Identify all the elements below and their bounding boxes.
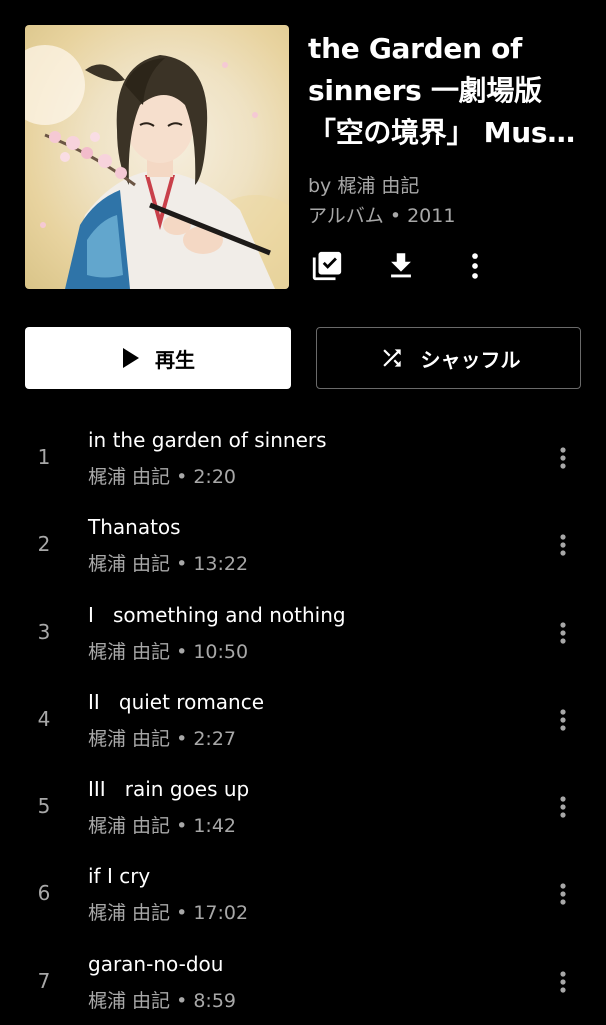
track-more-button[interactable] bbox=[548, 702, 578, 738]
shuffle-button[interactable]: シャッフル bbox=[316, 327, 581, 389]
track-more-button[interactable] bbox=[548, 615, 578, 651]
more-vert-icon bbox=[560, 534, 566, 556]
track-number: 7 bbox=[37, 968, 51, 993]
track-title: in the garden of sinners bbox=[88, 428, 327, 452]
track-row[interactable]: 4 II quiet romance 梶浦 由記 • 2:27 bbox=[0, 676, 606, 763]
track-subtitle: 梶浦 由記 • 2:27 bbox=[88, 727, 236, 750]
track-number: 5 bbox=[37, 794, 51, 819]
track-subtitle: 梶浦 由記 • 1:42 bbox=[88, 815, 236, 838]
track-subtitle: 梶浦 由記 • 2:20 bbox=[88, 466, 236, 488]
play-button-label: 再生 bbox=[155, 347, 195, 372]
track-subtitle: 梶浦 由記 • 13:22 bbox=[88, 553, 249, 576]
track-number: 1 bbox=[37, 445, 51, 469]
more-vert-icon bbox=[560, 621, 566, 644]
track-row[interactable]: 7 garan-no-dou 梶浦 由記 • 8:59 bbox=[0, 938, 606, 1025]
track-number: 3 bbox=[37, 619, 51, 644]
track-more-button[interactable] bbox=[548, 964, 578, 1000]
album-title: the Garden of sinners 一劇場版「空の境界」 Music C… bbox=[308, 32, 573, 149]
track-subtitle: 梶浦 由記 • 8:59 bbox=[88, 989, 236, 1012]
track-list: 1 in the garden of sinners 梶浦 由記 • 2:20 … bbox=[0, 414, 606, 1025]
track-more-button[interactable] bbox=[548, 789, 578, 825]
track-title: if I cry bbox=[88, 864, 151, 889]
track-number: 6 bbox=[37, 881, 51, 906]
more-vert-icon bbox=[560, 447, 566, 469]
track-title: II quiet romance bbox=[88, 689, 265, 714]
play-icon bbox=[121, 347, 141, 369]
album-meta: アルバム • 2011 bbox=[308, 205, 456, 227]
more-vert-icon bbox=[560, 709, 566, 731]
track-more-button[interactable] bbox=[548, 527, 578, 563]
track-title: Thanatos bbox=[88, 515, 181, 540]
track-title: III rain goes up bbox=[88, 777, 250, 802]
track-subtitle: 梶浦 由記 • 10:50 bbox=[88, 640, 249, 663]
more-vert-icon bbox=[560, 971, 566, 993]
track-number: 2 bbox=[37, 532, 51, 557]
track-more-button[interactable] bbox=[548, 876, 578, 912]
download-button[interactable] bbox=[381, 248, 421, 288]
more-vert-icon bbox=[560, 796, 566, 818]
shuffle-icon bbox=[377, 345, 407, 371]
download-icon bbox=[384, 249, 418, 287]
track-number: 4 bbox=[37, 706, 51, 731]
library-add-check-icon bbox=[310, 249, 344, 287]
track-row[interactable]: 3 I something and nothing 梶浦 由記 • 10:50 bbox=[0, 589, 606, 676]
play-button[interactable]: 再生 bbox=[25, 327, 291, 389]
album-more-button[interactable] bbox=[455, 248, 495, 288]
track-title: garan-no-dou bbox=[88, 951, 224, 976]
track-row[interactable]: 6 if I cry 梶浦 由記 • 17:02 bbox=[0, 850, 606, 937]
save-to-library-button[interactable] bbox=[307, 248, 347, 288]
album-art-illustration bbox=[25, 45, 289, 289]
shuffle-button-label: シャッフル bbox=[420, 347, 521, 372]
track-row[interactable]: 2 Thanatos 梶浦 由記 • 13:22 bbox=[0, 501, 606, 588]
track-row[interactable]: 5 III rain goes up 梶浦 由記 • 1:42 bbox=[0, 763, 606, 850]
track-title: I something and nothing bbox=[88, 602, 346, 627]
album-header: the Garden of sinners 一劇場版「空の境界」 Music C… bbox=[0, 0, 606, 300]
album-artist[interactable]: by 梶浦 由記 bbox=[308, 173, 419, 199]
more-vert-icon bbox=[458, 249, 492, 287]
track-subtitle: 梶浦 由記 • 17:02 bbox=[88, 902, 249, 925]
more-vert-icon bbox=[560, 883, 566, 906]
track-more-button[interactable] bbox=[548, 440, 578, 476]
track-row[interactable]: 1 in the garden of sinners 梶浦 由記 • 2:20 bbox=[0, 414, 606, 501]
album-cover-art[interactable] bbox=[25, 25, 289, 289]
